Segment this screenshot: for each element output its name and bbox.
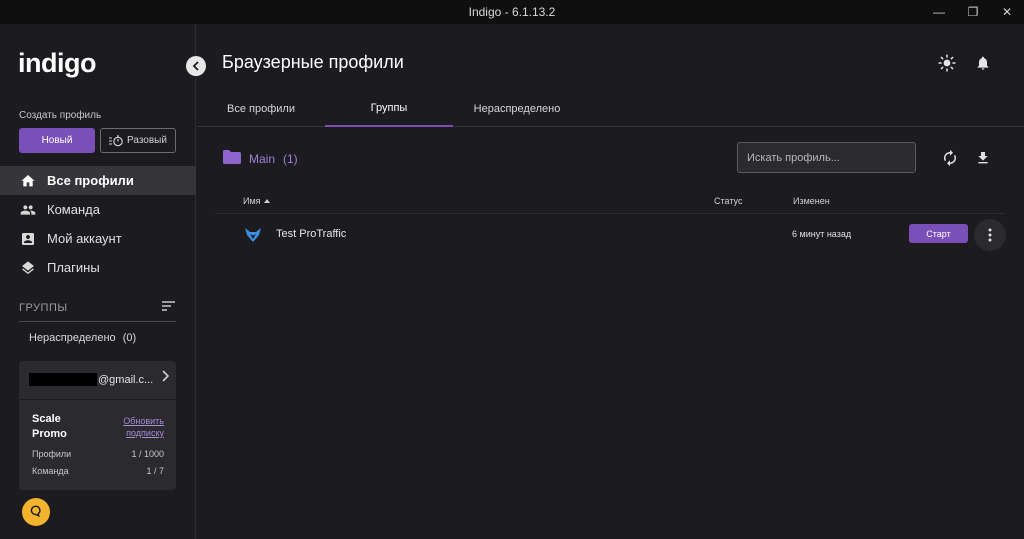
group-count: (0): [122, 332, 137, 344]
redacted-block: [29, 373, 97, 386]
collapse-sidebar-button[interactable]: [186, 56, 206, 76]
search-profile-input[interactable]: [737, 142, 916, 173]
window-controls: — ❐ ✕: [922, 0, 1024, 24]
sidebar-item-label: Плагины: [47, 260, 100, 275]
new-profile-button[interactable]: Новый: [19, 128, 95, 153]
plan-name: Scale Promo: [32, 413, 67, 440]
sidebar-item-all-profiles[interactable]: Все профили: [0, 166, 196, 195]
chat-icon: [29, 504, 43, 521]
sidebar-item-team[interactable]: Команда: [0, 195, 196, 224]
sidebar-item-plugins[interactable]: Плагины: [0, 253, 196, 282]
notifications-bell-icon[interactable]: [974, 54, 992, 72]
table-row[interactable]: Test ProTraffic 6 минут назад Старт: [215, 219, 1006, 251]
profiles-table-header: Имя Статус Изменен: [215, 190, 1005, 214]
main-content: Браузерные профили Все профили Группы Не…: [197, 24, 1024, 539]
layers-icon: [19, 259, 37, 277]
tab-all-profiles[interactable]: Все профили: [211, 90, 311, 127]
column-name-header[interactable]: Имя: [243, 196, 271, 206]
groups-header: ГРУППЫ: [19, 294, 176, 322]
page-title: Браузерные профили: [222, 52, 404, 72]
support-chat-button[interactable]: [22, 498, 50, 526]
sort-ascending-icon: [263, 196, 271, 206]
kebab-menu-icon: [988, 228, 992, 242]
one-time-profile-button[interactable]: Разовый: [100, 128, 176, 153]
stat-value: 1 / 7: [146, 466, 164, 476]
profile-modified: 6 минут назад: [792, 229, 852, 239]
tab-unassigned[interactable]: Нераспределено: [459, 90, 575, 127]
account-email-row[interactable]: @gmail.c...: [29, 370, 170, 386]
account-email: @gmail.c...: [98, 373, 154, 386]
download-icon[interactable]: [974, 149, 992, 167]
stat-label: Профили: [32, 449, 72, 459]
minimize-button[interactable]: —: [922, 0, 956, 24]
folder-name: Main: [249, 151, 276, 166]
browser-wolf-icon: [245, 228, 261, 245]
sidebar: indigo Создать профиль Новый Разовый Все…: [0, 24, 196, 539]
create-profile-label: Создать профиль: [19, 110, 102, 121]
sidebar-item-label: Команда: [47, 202, 100, 217]
app-logo: indigo: [18, 48, 96, 78]
stat-value: 1 / 1000: [131, 449, 164, 459]
stat-profiles: Профили 1 / 1000: [32, 449, 164, 459]
one-time-profile-label: Разовый: [127, 135, 167, 146]
stat-team: Команда 1 / 7: [32, 466, 164, 476]
sort-icon[interactable]: [160, 300, 176, 315]
chevron-right-icon: [161, 370, 170, 385]
folder-count: (1): [283, 151, 298, 166]
sidebar-nav: Все профили Команда Мой аккаунт Плагины: [0, 166, 196, 282]
sidebar-item-label: Мой аккаунт: [47, 231, 122, 246]
column-status-header[interactable]: Статус: [714, 196, 742, 206]
tabs: Все профили Группы Нераспределено: [197, 90, 1024, 127]
sidebar-item-my-account[interactable]: Мой аккаунт: [0, 224, 196, 253]
close-window-button[interactable]: ✕: [990, 0, 1024, 24]
header-actions: [938, 54, 992, 72]
start-profile-button[interactable]: Старт: [909, 224, 968, 243]
card-divider: [19, 399, 176, 400]
sidebar-group-unassigned[interactable]: Нераспределено (0): [29, 332, 136, 344]
timer-icon: [109, 134, 123, 146]
sidebar-item-label: Все профили: [47, 173, 134, 188]
upgrade-subscription-link[interactable]: Обновить подписку: [104, 415, 164, 439]
profile-name: Test ProTraffic: [276, 228, 347, 240]
column-name-label: Имя: [243, 196, 261, 206]
team-icon: [19, 201, 37, 219]
folder-icon: [223, 150, 241, 167]
more-options-button[interactable]: [974, 219, 1006, 251]
chevron-left-icon: [192, 61, 199, 71]
tab-groups[interactable]: Группы: [325, 90, 453, 127]
group-folder-main[interactable]: Main (1): [223, 150, 298, 167]
restore-button[interactable]: ❐: [956, 0, 990, 24]
stat-label: Команда: [32, 466, 69, 476]
window-title: Indigo - 6.1.13.2: [468, 5, 556, 19]
window-titlebar: Indigo - 6.1.13.2 — ❐ ✕: [0, 0, 1024, 24]
group-label: Нераспределено: [29, 332, 116, 344]
home-icon: [19, 172, 37, 190]
groups-label: ГРУППЫ: [19, 301, 68, 314]
column-modified-header[interactable]: Изменен: [793, 196, 830, 206]
refresh-icon[interactable]: [941, 149, 959, 167]
account-card: @gmail.c... Scale Promo Обновить подписк…: [19, 361, 176, 490]
theme-toggle-icon[interactable]: [938, 54, 956, 72]
account-icon: [19, 230, 37, 248]
